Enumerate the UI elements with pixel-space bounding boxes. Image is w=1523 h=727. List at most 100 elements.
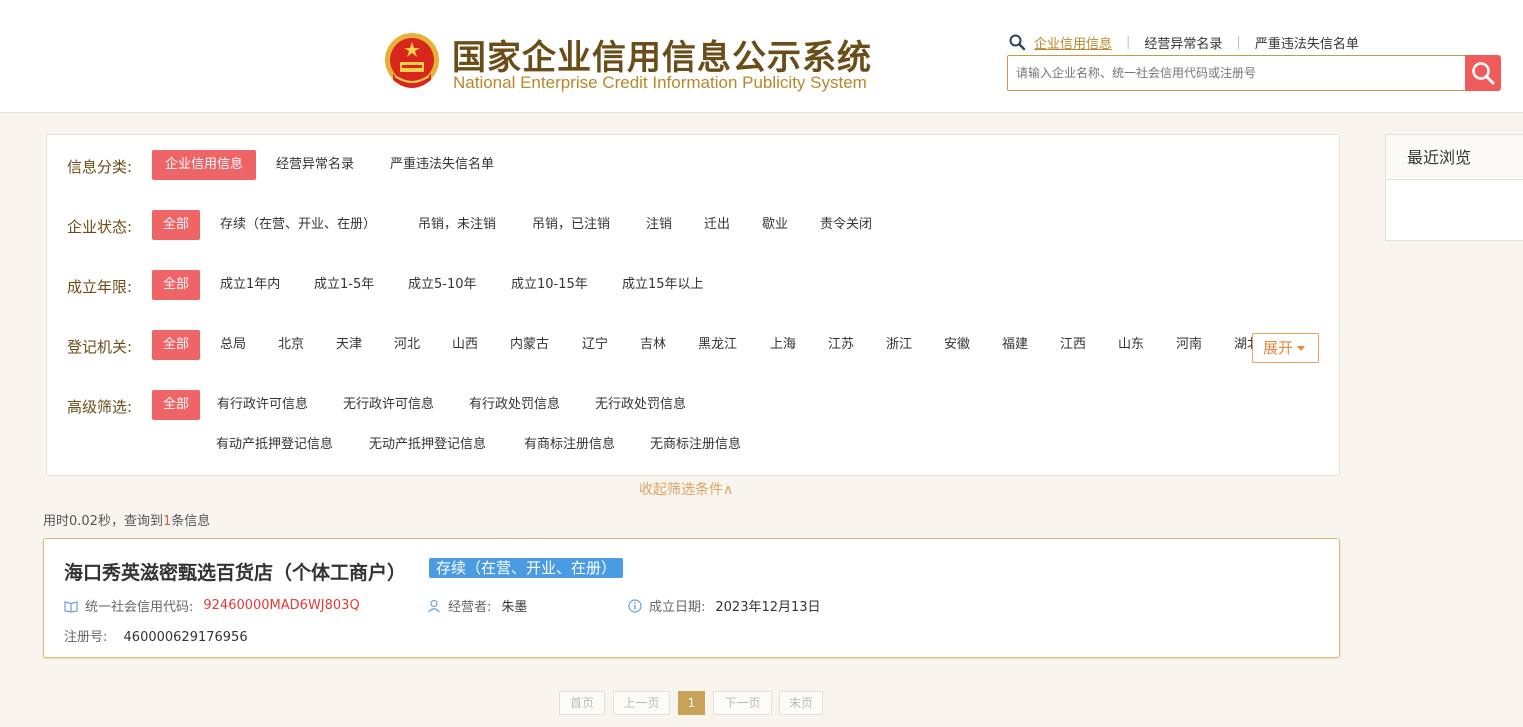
- search-button[interactable]: [1465, 55, 1501, 91]
- founded-date-label: 成立日期:: [649, 600, 706, 615]
- filter-option-selected[interactable]: 全部: [152, 390, 200, 420]
- filter-option-selected[interactable]: 全部: [152, 330, 200, 360]
- credit-code-field: 统一社会信用代码: 92460000MAD6WJ803Q: [64, 596, 360, 615]
- page-current[interactable]: 1: [678, 691, 705, 715]
- filter-option[interactable]: 山东: [1118, 330, 1144, 360]
- filter-row-advanced-2: 有动产抵押登记信息 无动产抵押登记信息 有商标注册信息 无商标注册信息: [47, 430, 1339, 460]
- filter-option[interactable]: 安徽: [944, 330, 970, 360]
- filter-option[interactable]: 成立5-10年: [408, 270, 477, 300]
- filter-option[interactable]: 山西: [452, 330, 478, 360]
- filter-option[interactable]: 有动产抵押登记信息: [216, 430, 333, 460]
- filter-row-authority: 登记机关: 全部 总局 北京 天津 河北 山西 内蒙古 辽宁 吉林 黑龙江 上海…: [47, 330, 1339, 360]
- filter-option[interactable]: 有商标注册信息: [524, 430, 615, 460]
- filter-option[interactable]: 成立15年以上: [622, 270, 704, 300]
- national-emblem-logo: [385, 33, 439, 88]
- filter-label: 企业状态:: [67, 218, 133, 236]
- filter-option[interactable]: 有行政处罚信息: [469, 390, 560, 420]
- filter-option-selected[interactable]: 全部: [152, 210, 200, 240]
- reg-number-value: 460000629176956: [123, 630, 248, 645]
- filter-option[interactable]: 无行政许可信息: [343, 390, 434, 420]
- filter-label: 成立年限:: [67, 278, 133, 296]
- filter-option-selected[interactable]: 全部: [152, 270, 200, 300]
- search-input[interactable]: [1007, 55, 1467, 91]
- search-stats: 用时0.02秒，查询到1条信息: [43, 510, 210, 529]
- nav-link-abnormal-list[interactable]: 经营异常名录: [1144, 33, 1222, 52]
- expand-label: 展开: [1263, 339, 1294, 357]
- top-nav: 企业信用信息 | 经营异常名录 | 严重违法失信名单: [1008, 33, 1359, 52]
- nav-divider: |: [1126, 34, 1131, 50]
- company-name[interactable]: 海口秀英滋密甄选百货店（个体工商户）: [64, 558, 406, 585]
- filter-panel: 信息分类: 企业信用信息 经营异常名录 严重违法失信名单 企业状态: 全部 存续…: [46, 134, 1340, 476]
- filter-option[interactable]: 内蒙古: [510, 330, 549, 360]
- filter-option[interactable]: 经营异常名录: [276, 150, 354, 180]
- filter-option[interactable]: 成立1年内: [220, 270, 280, 300]
- site-title-cn: 国家企业信用信息公示系统: [452, 38, 872, 78]
- stats-suffix: 条信息: [171, 514, 211, 529]
- operator-field: 经营者: 朱墨: [427, 596, 527, 615]
- page-next-button[interactable]: 下一页: [713, 691, 772, 715]
- book-icon: [64, 600, 78, 613]
- filter-option[interactable]: 江苏: [828, 330, 854, 360]
- operator-value: 朱墨: [501, 600, 528, 615]
- credit-code-label: 统一社会信用代码:: [85, 600, 194, 615]
- credit-code-value: 92460000MAD6WJ803Q: [203, 598, 360, 613]
- filter-option[interactable]: 无行政处罚信息: [595, 390, 686, 420]
- stats-prefix: 用时0.02秒，查询到: [43, 514, 163, 529]
- filter-row-advanced: 高级筛选: 全部 有行政许可信息 无行政许可信息 有行政处罚信息 无行政处罚信息: [47, 390, 1339, 420]
- filter-row-years: 成立年限: 全部 成立1年内 成立1-5年 成立5-10年 成立10-15年 成…: [47, 270, 1339, 300]
- filter-option[interactable]: 歇业: [762, 210, 788, 240]
- expand-button[interactable]: 展开: [1252, 333, 1319, 363]
- result-card[interactable]: 海口秀英滋密甄选百货店（个体工商户） 存续（在营、开业、在册） 统一社会信用代码…: [43, 538, 1340, 658]
- filter-option[interactable]: 河北: [394, 330, 420, 360]
- status-badge: 存续（在营、开业、在册）: [429, 558, 624, 578]
- reg-number-field: 注册号: 460000629176956: [64, 626, 248, 645]
- filter-option[interactable]: 吊销，已注销: [532, 210, 610, 240]
- nav-link-credit-info[interactable]: 企业信用信息: [1034, 33, 1112, 52]
- filter-option-selected[interactable]: 企业信用信息: [152, 150, 256, 180]
- filter-option[interactable]: 江西: [1060, 330, 1086, 360]
- reg-number-label: 注册号:: [64, 630, 108, 645]
- filter-option[interactable]: 上海: [770, 330, 796, 360]
- filter-option[interactable]: 吊销，未注销: [418, 210, 496, 240]
- stats-count: 1: [162, 514, 172, 529]
- user-icon: [428, 599, 440, 612]
- founded-date-field: 成立日期: 2023年12月13日: [628, 596, 821, 615]
- filter-option[interactable]: 责令关闭: [820, 210, 872, 240]
- page-prev-button[interactable]: 上一页: [613, 691, 670, 715]
- filter-option[interactable]: 迁出: [704, 210, 730, 240]
- filter-option[interactable]: 辽宁: [582, 330, 608, 360]
- search-icon: [1472, 62, 1495, 85]
- filter-row-status: 企业状态: 全部 存续（在营、开业、在册） 吊销，未注销 吊销，已注销 注销 迁…: [47, 210, 1339, 240]
- nav-link-blacklist[interactable]: 严重违法失信名单: [1255, 33, 1359, 52]
- filter-option[interactable]: 北京: [278, 330, 304, 360]
- filter-label: 登记机关:: [67, 338, 133, 356]
- filter-option[interactable]: 无商标注册信息: [650, 430, 741, 460]
- filter-option[interactable]: 有行政许可信息: [217, 390, 308, 420]
- caret-down-icon: [1297, 346, 1306, 351]
- filter-row-category: 信息分类: 企业信用信息 经营异常名录 严重违法失信名单: [47, 150, 1339, 180]
- filter-label: 信息分类:: [67, 158, 133, 176]
- filter-option[interactable]: 吉林: [640, 330, 666, 360]
- filter-option[interactable]: 存续（在营、开业、在册）: [220, 210, 376, 240]
- filter-option[interactable]: 浙江: [886, 330, 912, 360]
- page-last-button[interactable]: 末页: [779, 691, 823, 715]
- filter-option[interactable]: 总局: [220, 330, 246, 360]
- filter-option[interactable]: 注销: [646, 210, 672, 240]
- nav-divider: |: [1236, 34, 1241, 50]
- collapse-filters-link[interactable]: 收起筛选条件∧: [639, 479, 733, 499]
- site-header: 国家企业信用信息公示系统 National Enterprise Credit …: [0, 0, 1523, 113]
- filter-option[interactable]: 天津: [336, 330, 362, 360]
- filter-option[interactable]: 严重违法失信名单: [390, 150, 494, 180]
- filter-option[interactable]: 黑龙江: [698, 330, 737, 360]
- operator-label: 经营者:: [448, 600, 492, 615]
- founded-date-value: 2023年12月13日: [715, 600, 821, 615]
- recent-panel: 最近浏览: [1385, 134, 1523, 241]
- filter-option[interactable]: 福建: [1002, 330, 1028, 360]
- filter-option[interactable]: 成立1-5年: [314, 270, 374, 300]
- filter-label: 高级筛选:: [67, 398, 133, 416]
- filter-option[interactable]: 成立10-15年: [511, 270, 588, 300]
- recent-title: 最近浏览: [1386, 135, 1523, 180]
- page-first-button[interactable]: 首页: [559, 691, 605, 715]
- filter-option[interactable]: 河南: [1176, 330, 1202, 360]
- filter-option[interactable]: 无动产抵押登记信息: [369, 430, 486, 460]
